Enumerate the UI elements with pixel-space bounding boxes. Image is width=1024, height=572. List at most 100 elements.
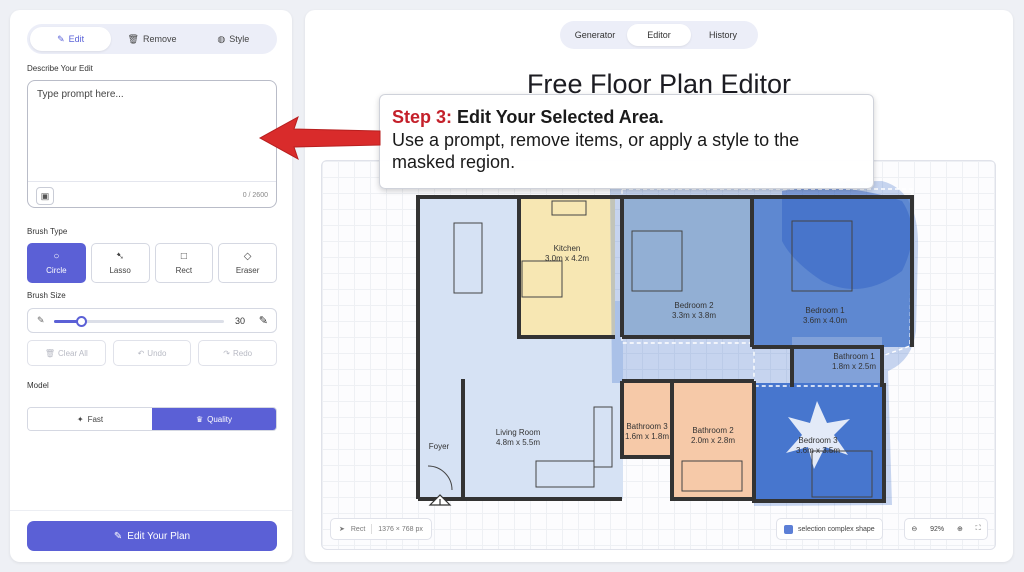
callout-title: Step 3: Edit Your Selected Area. [392, 106, 861, 128]
edit-sidebar: ✎ Edit 🗑 Remove ◍ Style Describe Your Ed… [10, 10, 292, 562]
room-bath3-name: Bathroom 3 [626, 422, 668, 431]
zoom-controls: ⊖ 92% ⊕ ⛶ [904, 518, 988, 540]
pen-small-icon: ✎ [37, 315, 45, 325]
tool-info: ➤ Rect 1376 × 768 px [330, 518, 432, 540]
tab-edit[interactable]: ✎ Edit [30, 27, 112, 51]
clear-all-button[interactable]: 🗑 Clear All [27, 340, 106, 366]
brush-size-slider[interactable] [54, 316, 224, 327]
nav-tab-editor[interactable]: Editor [627, 24, 691, 46]
zoom-level: 92% [930, 525, 945, 533]
callout-step: Step 3: [392, 107, 453, 127]
undo-button[interactable]: ↶ Undo [112, 340, 192, 366]
zoom-in-icon[interactable]: ⊕ [957, 525, 963, 533]
room-bedroom2-name: Bedroom 2 [674, 301, 714, 310]
panel-divider [10, 510, 292, 511]
room-bedroom2-size: 3.3m x 3.8m [672, 311, 716, 320]
redo-icon: ↷ [223, 348, 230, 358]
room-bedroom1-size: 3.6m x 4.0m [803, 316, 847, 325]
room-bedroom1-name: Bedroom 1 [805, 306, 845, 315]
zoom-out-icon[interactable]: ⊖ [911, 525, 917, 533]
history-actions: 🗑 Clear All ↶ Undo ↷ Redo [27, 340, 278, 366]
sparkle-icon: ✦ [76, 414, 84, 424]
room-bath3-size: 1.6m x 1.8m [625, 432, 669, 441]
room-kitchen-name: Kitchen [554, 244, 581, 253]
brush-rect-label: Rect [175, 265, 193, 275]
step-callout: Step 3: Edit Your Selected Area. Use a p… [379, 94, 874, 189]
fullscreen-icon[interactable]: ⛶ [976, 525, 981, 533]
edit-square-icon: ✎ [57, 33, 65, 44]
brush-circle-label: Circle [46, 265, 67, 275]
image-upload-icon: ▣ [40, 190, 50, 201]
model-fast-button[interactable]: ✦ Fast [28, 408, 152, 430]
callout-body: Use a prompt, remove items, or apply a s… [392, 130, 800, 172]
room-bath1-size: 1.8m x 2.5m [832, 362, 876, 371]
brush-eraser-label: Eraser [235, 265, 260, 275]
brush-size-control: ✎ 30 ✎ [27, 308, 277, 333]
editor-main: Generator Editor History Free Floor Plan… [305, 10, 1013, 562]
callout-heading: Edit Your Selected Area. [457, 107, 664, 127]
brush-size-value: 30 [235, 316, 246, 326]
room-bedroom3-size: 3.6m x 3.5m [796, 446, 840, 455]
brush-lasso-button[interactable]: ➷ Lasso [90, 243, 150, 283]
square-icon: □ [180, 250, 187, 262]
tab-style[interactable]: ◍ Style [193, 27, 274, 51]
nav-tab-generator[interactable]: Generator [563, 24, 627, 46]
nav-tab-history[interactable]: History [691, 24, 755, 46]
edit-plan-label: Edit Your Plan [127, 530, 191, 542]
eraser-icon: ◇ [243, 250, 252, 262]
edit-plan-button[interactable]: ✎ Edit Your Plan [27, 521, 277, 551]
callout-arrow-icon [258, 115, 381, 161]
tab-style-label: Style [229, 34, 250, 44]
prompt-input[interactable] [37, 89, 267, 169]
brush-circle-button[interactable]: ○ Circle [27, 243, 86, 283]
char-count: 0 / 2600 [242, 192, 268, 199]
tool-name: Rect [350, 525, 366, 533]
room-bath2-size: 2.0m x 2.8m [691, 436, 735, 445]
brush-size-label: Brush Size [27, 291, 66, 300]
cursor-icon: ➤ [339, 526, 345, 533]
selection-info: selection complex shape [776, 518, 883, 540]
trash-icon: 🗑 [127, 33, 139, 44]
model-toggle: ✦ Fast ♛ Quality [27, 407, 277, 431]
prompt-box: ▣ 0 / 2600 [27, 80, 277, 208]
tool-info-divider [371, 524, 373, 534]
prompt-image-button[interactable]: ▣ [36, 187, 54, 205]
brush-eraser-button[interactable]: ◇ Eraser [218, 243, 277, 283]
circle-icon: ○ [53, 250, 60, 262]
selection-swatch [784, 524, 793, 534]
selection-label: selection complex shape [798, 525, 875, 533]
tab-edit-label: Edit [68, 34, 85, 44]
prompt-divider [28, 181, 276, 182]
room-bedroom3-name: Bedroom 3 [798, 436, 838, 445]
crown-icon: ♛ [195, 414, 204, 424]
room-bath1-name: Bathroom 1 [833, 352, 875, 361]
undo-label: Undo [147, 348, 167, 358]
plan-canvas[interactable]: Kitchen 3.0m x 4.2m Bedroom 2 3.3m x 3.8… [321, 160, 996, 550]
brush-lasso-label: Lasso [109, 265, 131, 275]
lasso-icon: ➷ [115, 250, 125, 262]
room-kitchen-size: 3.0m x 4.2m [545, 254, 589, 263]
redo-label: Redo [232, 348, 253, 358]
model-fast-label: Fast [87, 414, 104, 424]
slider-thumb[interactable] [76, 316, 88, 327]
trash-icon: 🗑 [44, 348, 56, 358]
mode-tabs: ✎ Edit 🗑 Remove ◍ Style [27, 24, 277, 54]
kitchen-fill [519, 199, 615, 335]
floor-plan: Kitchen 3.0m x 4.2m Bedroom 2 3.3m x 3.8… [416, 181, 919, 506]
palette-icon: ◍ [217, 33, 226, 44]
tab-remove-label: Remove [142, 34, 177, 44]
brush-type-options: ○ Circle ➷ Lasso □ Rect ◇ Eraser [27, 243, 277, 283]
room-bath2-name: Bathroom 2 [692, 426, 734, 435]
brush-rect-button[interactable]: □ Rect [154, 243, 214, 283]
living-fill-lower [463, 381, 623, 499]
tab-remove[interactable]: 🗑 Remove [111, 27, 192, 51]
pen-large-icon: ✎ [258, 315, 268, 327]
model-label: Model [27, 381, 49, 390]
model-quality-button[interactable]: ♛ Quality [152, 408, 276, 430]
redo-button[interactable]: ↷ Redo [198, 340, 278, 366]
prompt-label: Describe Your Edit [27, 64, 93, 73]
model-quality-label: Quality [207, 414, 233, 424]
room-living-name: Living Room [496, 428, 541, 437]
nav-tabs: Generator Editor History [560, 21, 758, 49]
canvas-dimensions: 1376 × 768 px [378, 525, 423, 533]
